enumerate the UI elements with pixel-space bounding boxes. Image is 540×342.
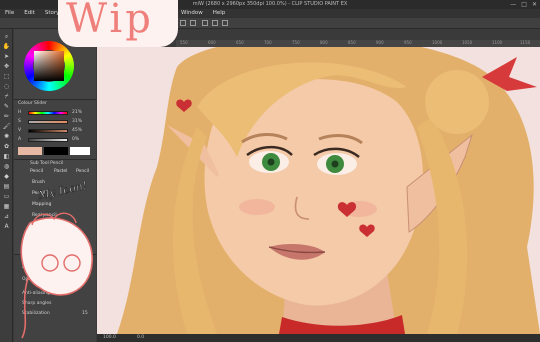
- hand-icon[interactable]: ✋: [2, 43, 11, 51]
- slider-unit: %: [77, 128, 83, 133]
- slider-unit: %: [74, 137, 80, 142]
- angle-readout[interactable]: 0.0: [137, 335, 144, 340]
- tab-pencil[interactable]: Pencil: [30, 169, 43, 174]
- ruler-tick: 900: [376, 40, 384, 45]
- brush-icon[interactable]: 🖌: [2, 123, 11, 131]
- status-bar: 100.0 0.0: [97, 334, 540, 342]
- color-slider-panel: Colour Slider H 21% S 31% V 45% A 0%: [14, 99, 96, 159]
- slider-row-s[interactable]: S 31%: [18, 119, 90, 125]
- menu-edit[interactable]: Edit: [19, 9, 40, 18]
- color-slider-title: Colour Slider: [18, 101, 47, 106]
- tab-pencil-2[interactable]: Pencil: [76, 169, 89, 174]
- slider-track[interactable]: [28, 111, 68, 115]
- ruler-tick: 550: [180, 40, 188, 45]
- eyedropper-icon[interactable]: ⌿: [2, 93, 11, 101]
- slider-track[interactable]: [28, 120, 68, 124]
- ruler-tick: 650: [236, 40, 244, 45]
- ruler-tick: 850: [348, 40, 356, 45]
- fill-icon[interactable]: [222, 20, 228, 26]
- selection-icon[interactable]: ⬚: [2, 73, 11, 81]
- ruler-tick: 800: [320, 40, 328, 45]
- blend-icon[interactable]: ◍: [2, 163, 11, 171]
- slider-label: A: [18, 137, 22, 142]
- slider-value: 31%: [72, 119, 82, 124]
- slider-row-h[interactable]: H 21%: [18, 110, 90, 116]
- ruler-tick: 750: [292, 40, 300, 45]
- slider-value: 0%: [72, 137, 79, 142]
- airbrush-icon[interactable]: ✺: [2, 133, 11, 141]
- slider-unit: %: [77, 119, 83, 124]
- top-ruler: 550 600 650 700 750 800 850 900 950 1000…: [176, 40, 540, 47]
- canvas[interactable]: [97, 47, 540, 334]
- right-pupil: [331, 160, 339, 168]
- pen-icon[interactable]: ✎: [2, 103, 11, 111]
- slider-value: 21%: [72, 110, 82, 115]
- tab-pastel[interactable]: Pastel: [54, 169, 67, 174]
- saturation-value-square[interactable]: [34, 51, 64, 81]
- transparent-color-swatch[interactable]: [70, 147, 90, 155]
- ruler-tick: 600: [208, 40, 216, 45]
- fill-tool-icon[interactable]: ◆: [2, 173, 11, 181]
- hair-bun: [425, 70, 489, 134]
- eraser-icon[interactable]: ◧: [2, 153, 11, 161]
- maximize-icon[interactable]: □: [521, 1, 527, 8]
- chibi-braid: [21, 277, 29, 339]
- decoration-icon[interactable]: ✿: [2, 143, 11, 151]
- slider-label: S: [18, 119, 21, 124]
- ruler-tick: 700: [264, 40, 272, 45]
- transform-icon[interactable]: [212, 20, 218, 26]
- sub-tool-title: Sub Tool Pencil: [30, 161, 64, 166]
- left-blush: [239, 199, 275, 215]
- ruler-tick: 1050: [462, 40, 473, 45]
- slider-track[interactable]: [28, 129, 68, 133]
- move-icon[interactable]: ✥: [2, 63, 11, 71]
- artwork: [117, 47, 540, 334]
- chibi-doodle: [20, 212, 93, 339]
- slider-label: V: [18, 128, 22, 133]
- menu-file[interactable]: File: [0, 9, 19, 18]
- slider-value: 45%: [72, 128, 82, 133]
- close-icon[interactable]: ✕: [532, 1, 537, 8]
- zoom-icon[interactable]: ⌕: [2, 33, 11, 41]
- ruler-tick: 1000: [432, 40, 443, 45]
- left-pupil: [267, 158, 275, 166]
- zoom-readout[interactable]: 100.0: [103, 335, 116, 340]
- pencil-icon[interactable]: ✏: [2, 113, 11, 121]
- ruler-tick: 1100: [492, 40, 503, 45]
- slider-unit: %: [77, 110, 83, 115]
- redo-icon[interactable]: [190, 20, 196, 26]
- slider-label: H: [18, 110, 22, 115]
- slider-track[interactable]: [28, 138, 68, 142]
- clear-icon[interactable]: [202, 20, 208, 26]
- ruler-tick: 1150: [520, 40, 531, 45]
- undo-icon[interactable]: [180, 20, 186, 26]
- menu-window[interactable]: Window: [176, 9, 208, 17]
- slider-row-a[interactable]: A 0%: [18, 137, 90, 143]
- chibi-head: [20, 217, 93, 296]
- wip-label: Wip: [66, 0, 154, 42]
- main-color-swatch[interactable]: [18, 147, 42, 155]
- minimize-icon[interactable]: —: [510, 1, 516, 8]
- operation-icon[interactable]: ➤: [2, 53, 11, 61]
- window-controls: — □ ✕: [510, 1, 537, 8]
- lasso-icon[interactable]: ◌: [2, 83, 11, 91]
- slider-row-v[interactable]: V 45%: [18, 128, 90, 134]
- menu-help[interactable]: Help: [208, 9, 231, 17]
- sub-color-swatch[interactable]: [44, 147, 68, 155]
- ruler-tick: 950: [404, 40, 412, 45]
